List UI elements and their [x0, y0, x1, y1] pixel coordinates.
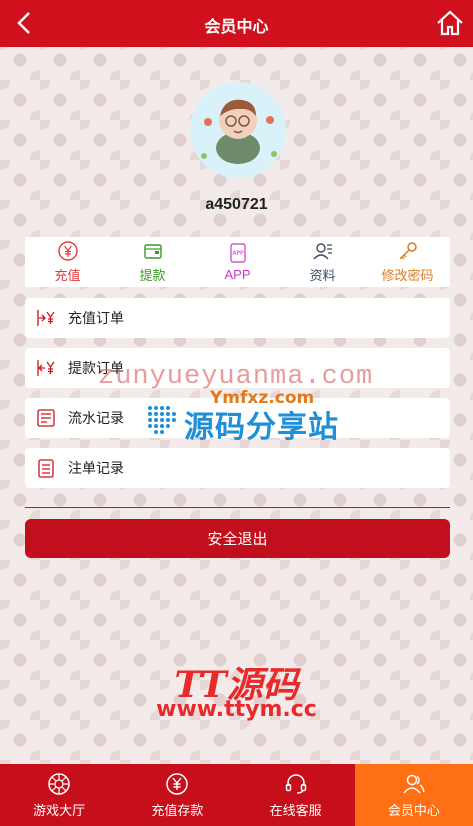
quick-recharge[interactable]: 充值	[25, 237, 110, 287]
quick-app[interactable]: APP APP	[195, 237, 280, 287]
quick-profile-label: 资料	[309, 268, 336, 283]
avatar[interactable]	[190, 82, 286, 178]
tab-deposit[interactable]: 充值存款	[118, 764, 236, 826]
yuan-circle-icon	[57, 241, 78, 261]
tab-customer-service[interactable]: 在线客服	[237, 764, 355, 826]
menu-deposit-orders-label: 充值订单	[68, 310, 124, 326]
quick-withdraw[interactable]: 提款	[110, 237, 195, 287]
menu-bet-records[interactable]: 注单记录	[25, 448, 450, 488]
quick-app-label: APP	[224, 267, 251, 282]
watermark-site-logo: Ymfxz.com 源码分享站	[148, 386, 350, 445]
menu-flow-records-label: 流水记录	[68, 410, 124, 426]
profile-icon	[312, 243, 332, 260]
quick-change-password[interactable]: 修改密码	[365, 237, 450, 287]
tab-game-lobby[interactable]: 游戏大厅	[0, 764, 118, 826]
cartoon-boy-avatar-icon	[190, 82, 286, 178]
logout-button[interactable]: 安全退出	[25, 519, 450, 558]
quick-recharge-label: 充值	[54, 268, 81, 283]
home-icon[interactable]	[435, 8, 465, 38]
dot-grid-logo-icon	[148, 406, 176, 434]
username: a450721	[205, 196, 268, 213]
menu-deposit-orders[interactable]: 充值订单	[25, 298, 450, 338]
brand-url: www.ttym.cc	[156, 697, 317, 722]
headset-icon	[285, 773, 306, 794]
quick-profile[interactable]: 资料	[280, 237, 365, 287]
quick-actions: 充值 提款 APP APP 资料 修改密码	[25, 237, 450, 287]
quick-withdraw-label: 提款	[139, 268, 166, 283]
menu-bet-records-label: 注单记录	[68, 460, 124, 476]
games-icon	[48, 772, 70, 795]
bet-record-icon	[38, 459, 54, 478]
key-icon	[398, 242, 417, 260]
withdraw-order-icon	[37, 360, 55, 376]
watermark-site-main: 源码分享站	[184, 410, 339, 445]
tab-customer-service-label: 在线客服	[269, 802, 322, 818]
wallet-icon	[143, 244, 162, 259]
page-title: 会员中心	[204, 19, 269, 36]
divider	[25, 507, 450, 508]
deposit-order-icon	[37, 310, 55, 326]
flow-record-icon	[37, 409, 55, 427]
top-bar: 会员中心	[0, 0, 473, 47]
tab-deposit-label: 充值存款	[151, 802, 204, 818]
member-icon	[403, 774, 425, 793]
svg-text:APP: APP	[232, 250, 244, 257]
quick-change-password-label: 修改密码	[381, 268, 434, 283]
bottom-tab-bar: 游戏大厅 充值存款 在线客服 会员中心	[0, 764, 473, 826]
tab-member-center[interactable]: 会员中心	[354, 764, 473, 826]
deposit-icon	[166, 772, 189, 795]
tab-member-center-label: 会员中心	[387, 802, 440, 818]
app-phone-icon: APP	[229, 243, 246, 263]
tab-game-lobby-label: 游戏大厅	[33, 802, 86, 818]
